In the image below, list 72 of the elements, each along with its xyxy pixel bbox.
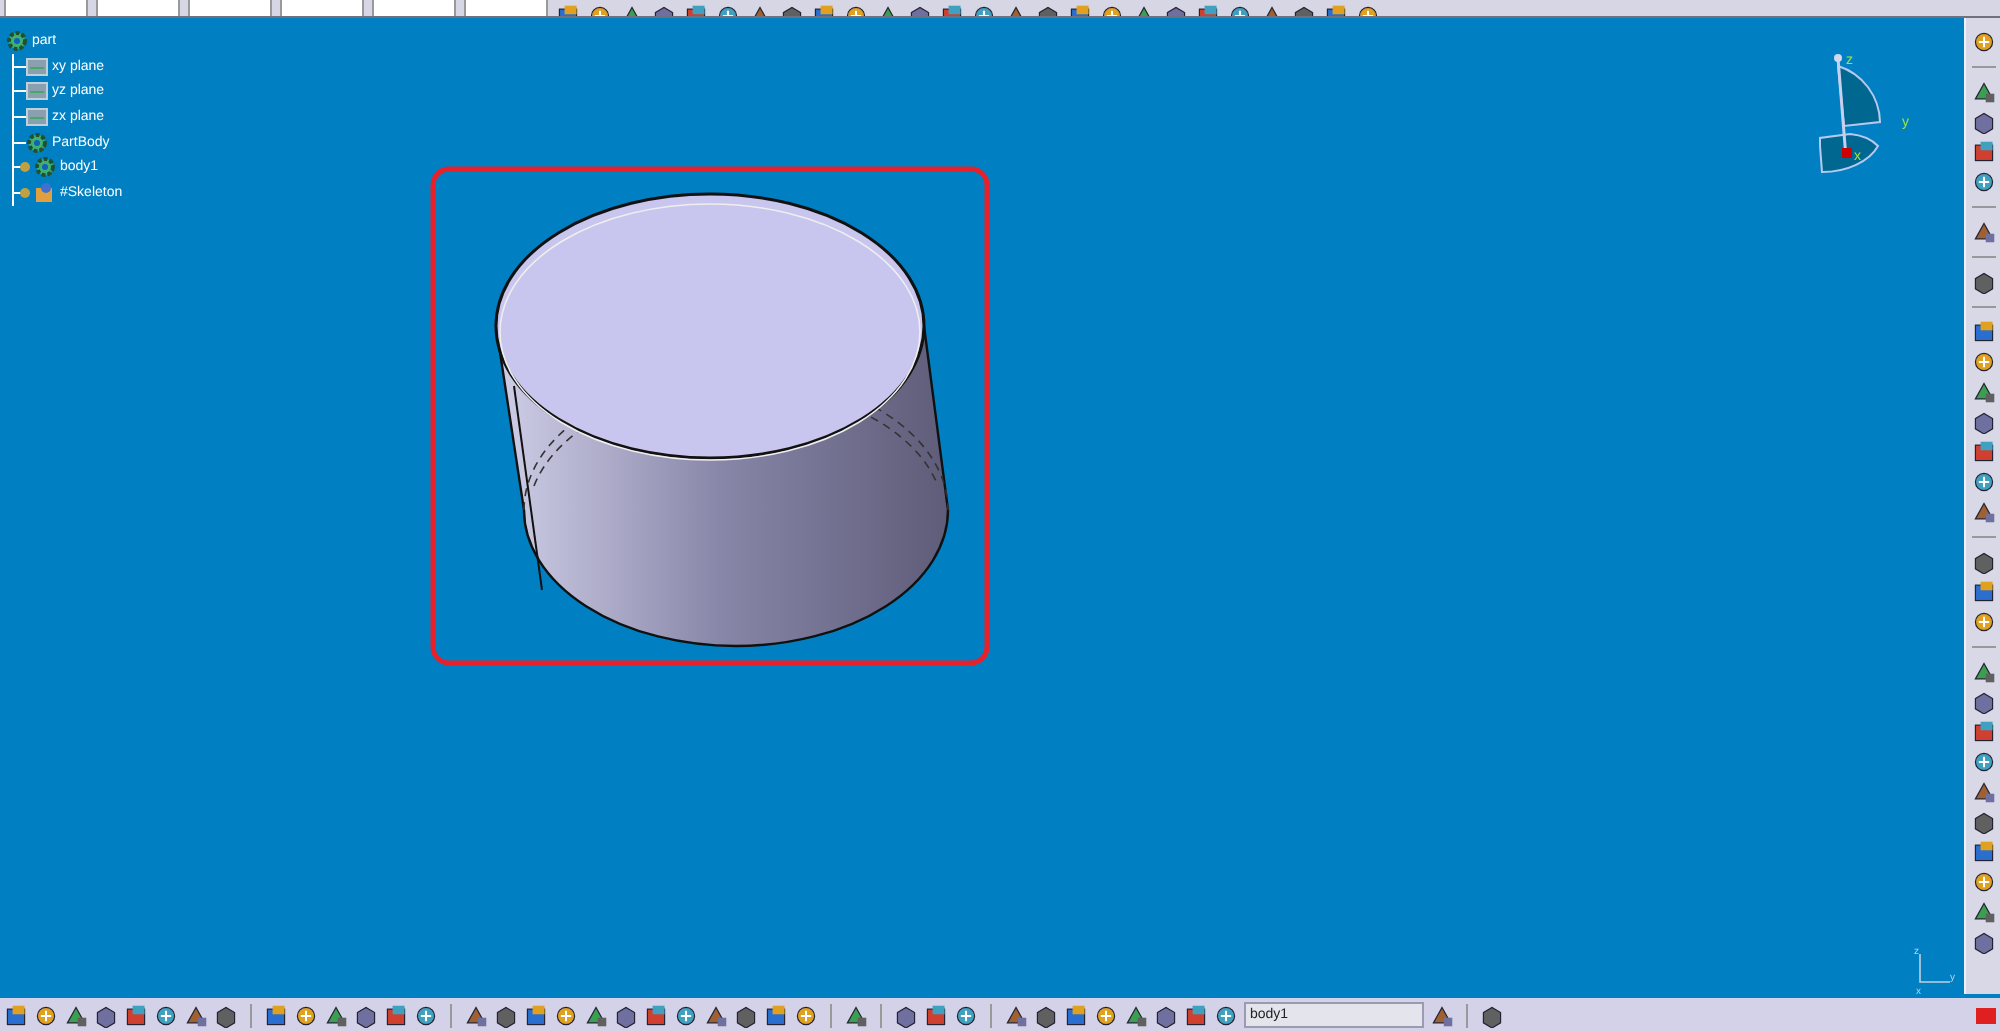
tool-icon[interactable] (264, 1003, 288, 1027)
tool-icon[interactable] (1971, 470, 1995, 494)
tool-icon[interactable] (734, 1003, 758, 1027)
tool-icon[interactable] (1004, 1003, 1028, 1027)
tool-icon[interactable] (764, 1003, 788, 1027)
tool-icon[interactable] (1971, 410, 1995, 434)
skeleton-icon (34, 181, 56, 204)
tool-icon[interactable] (844, 1003, 868, 1027)
plane-icon (26, 105, 48, 128)
tool-icon[interactable] (1971, 870, 1995, 894)
tool-icon[interactable] (214, 1003, 238, 1027)
tool-icon[interactable] (414, 1003, 438, 1027)
tool-icon[interactable] (464, 1003, 488, 1027)
tool-icon[interactable] (34, 1003, 58, 1027)
tool-icon[interactable] (1064, 1003, 1088, 1027)
tool-icon[interactable] (1184, 1003, 1208, 1027)
tool-icon[interactable] (294, 1003, 318, 1027)
tool-icon[interactable] (1430, 1003, 1454, 1027)
tool-icon[interactable] (704, 1003, 728, 1027)
tool-icon[interactable] (894, 1003, 918, 1027)
tool-icon[interactable] (354, 1003, 378, 1027)
tool-icon[interactable] (1971, 320, 1995, 344)
tool-icon[interactable] (384, 1003, 408, 1027)
tool-icon[interactable] (1094, 1003, 1118, 1027)
tool-icon[interactable] (1971, 930, 1995, 954)
plane-icon (26, 80, 48, 103)
tool-icon[interactable] (1480, 1003, 1504, 1027)
tool-icon[interactable] (1971, 270, 1995, 294)
tool-icon[interactable] (1971, 610, 1995, 634)
tool-icon[interactable] (1034, 1003, 1058, 1027)
tool-icon[interactable] (154, 1003, 178, 1027)
tool-icon[interactable] (494, 1003, 518, 1027)
tool-icon[interactable] (4, 1003, 28, 1027)
tool-icon[interactable] (1971, 110, 1995, 134)
tool-icon[interactable] (1971, 690, 1995, 714)
status-icon (1976, 1007, 1996, 1023)
tool-icon[interactable] (1971, 660, 1995, 684)
tool-icon[interactable] (1971, 840, 1995, 864)
tool-icon[interactable] (1971, 810, 1995, 834)
tool-icon[interactable] (954, 1003, 978, 1027)
plane-icon (26, 55, 48, 78)
tool-icon[interactable] (674, 1003, 698, 1027)
tool-icon[interactable] (1971, 380, 1995, 404)
tool-icon[interactable] (924, 1003, 948, 1027)
tool-icon[interactable] (554, 1003, 578, 1027)
tool-icon[interactable] (64, 1003, 88, 1027)
tool-icon[interactable] (1971, 80, 1995, 104)
tool-icon[interactable] (1971, 500, 1995, 524)
tool-icon[interactable] (1971, 170, 1995, 194)
tool-icon[interactable] (324, 1003, 348, 1027)
tool-icon[interactable] (1971, 720, 1995, 744)
axes-icon (1919, 953, 1951, 983)
tool-icon[interactable] (1971, 140, 1995, 164)
tool-icon[interactable] (644, 1003, 668, 1027)
tool-icon[interactable] (124, 1003, 148, 1027)
tool-icon[interactable] (794, 1003, 818, 1027)
tool-icon[interactable] (524, 1003, 548, 1027)
tool-icon[interactable] (1154, 1003, 1178, 1027)
tool-icon[interactable] (1124, 1003, 1148, 1027)
tool-icon[interactable] (1971, 350, 1995, 374)
tool-icon[interactable] (184, 1003, 208, 1027)
tool-icon[interactable] (584, 1003, 608, 1027)
tool-icon[interactable] (1971, 440, 1995, 464)
tool-icon[interactable] (1971, 780, 1995, 804)
tool-icon[interactable] (1971, 900, 1995, 924)
tool-icon[interactable] (1971, 550, 1995, 574)
tool-icon[interactable] (614, 1003, 638, 1027)
tool-icon[interactable] (1214, 1003, 1238, 1027)
tool-icon[interactable] (1971, 580, 1995, 604)
tool-icon[interactable] (94, 1003, 118, 1027)
compass-drawing[interactable] (1819, 54, 1881, 173)
tool-icon[interactable] (1971, 750, 1995, 774)
